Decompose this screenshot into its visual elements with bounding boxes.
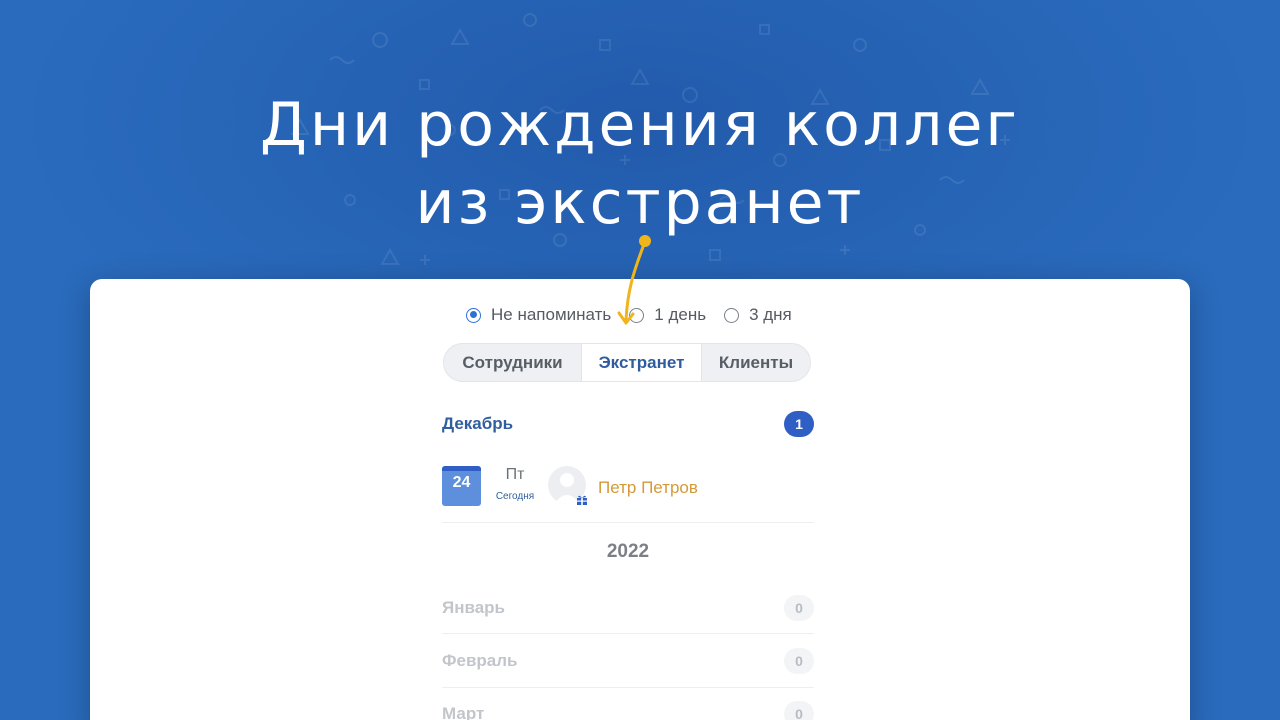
month-count-badge: 0 (784, 648, 814, 674)
gift-icon (577, 495, 587, 505)
radio-label: 1 день (654, 305, 707, 324)
month-row-march[interactable]: Март 0 (442, 700, 814, 720)
month-name: Январь (442, 598, 506, 617)
month-name: Декабрь (442, 414, 514, 433)
headline-line-2: из экстранет (415, 168, 865, 238)
month-name: Февраль (442, 651, 518, 670)
calendar-icon: 24 (442, 466, 481, 506)
radio-selected-icon (466, 307, 481, 323)
divider (442, 522, 814, 523)
month-row-february[interactable]: Февраль 0 (442, 647, 814, 675)
radio-empty-icon (724, 307, 740, 323)
month-name: Март (442, 704, 485, 720)
radio-label: 3 дня (749, 305, 792, 324)
month-count-badge: 0 (784, 595, 814, 621)
pointer-arrow-icon (617, 235, 651, 325)
divider (442, 633, 814, 634)
radio-no-reminder[interactable]: Не напоминать (466, 305, 611, 325)
month-row-january[interactable]: Январь 0 (442, 594, 814, 622)
segment-tabs: Сотрудники Экстранет Клиенты (443, 343, 811, 382)
month-count-badge: 1 (784, 411, 814, 437)
birthday-entry: 24 Пт Сегодня Петр Петров (442, 466, 814, 508)
tab-extranet[interactable]: Экстранет (581, 344, 702, 381)
year-heading: 2022 (606, 541, 650, 562)
tab-clients[interactable]: Клиенты (702, 344, 810, 381)
relative-day-label: Сегодня (495, 491, 535, 502)
headline-line-1: Дни рождения коллег (260, 90, 1020, 160)
calendar-day: 24 (452, 474, 471, 491)
radio-label: Не напоминать (491, 305, 612, 324)
weekday-label: Пт (505, 466, 525, 483)
person-link[interactable]: Петр Петров (598, 478, 698, 498)
page-headline: Дни рождения коллег из экстранет (0, 86, 1280, 242)
month-count-badge: 0 (784, 701, 814, 720)
radio-3-days[interactable]: 3 дня (724, 305, 792, 325)
divider (442, 687, 814, 688)
tab-employees[interactable]: Сотрудники (444, 344, 581, 381)
month-row-december[interactable]: Декабрь 1 (442, 410, 814, 438)
